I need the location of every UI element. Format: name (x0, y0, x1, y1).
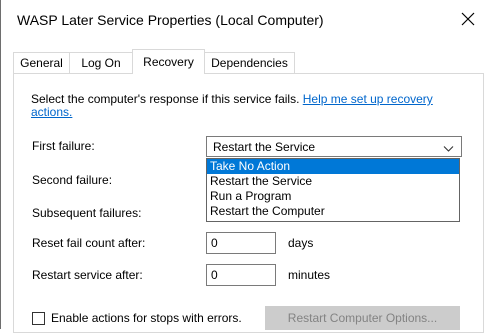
tab-recovery[interactable]: Recovery (132, 49, 205, 74)
restart-service-unit: minutes (288, 268, 331, 282)
first-failure-select[interactable]: Restart the Service (206, 136, 462, 157)
tab-dependencies[interactable]: Dependencies (204, 52, 295, 73)
reset-count-label: Reset fail count after: (32, 236, 146, 250)
reset-count-unit: days (288, 236, 314, 250)
close-icon (461, 12, 475, 26)
intro-sentence: Select the computer's response if this s… (31, 92, 303, 106)
option-restart-computer[interactable]: Restart the Computer (207, 204, 459, 219)
second-failure-label: Second failure: (32, 173, 113, 187)
option-restart-service[interactable]: Restart the Service (207, 174, 459, 189)
option-take-no-action[interactable]: Take No Action (207, 159, 459, 174)
dialog-title: WASP Later Service Properties (Local Com… (17, 12, 324, 28)
tab-strip: General Log On Recovery Dependencies (13, 49, 475, 74)
enable-actions-label: Enable actions for stops with errors. (51, 311, 242, 325)
first-failure-value: Restart the Service (213, 139, 316, 154)
chevron-down-icon (443, 142, 454, 156)
restart-service-label: Restart service after: (32, 268, 143, 282)
properties-dialog: WASP Later Service Properties (Local Com… (0, 0, 485, 333)
subsequent-failures-label: Subsequent failures: (32, 206, 142, 220)
reset-count-input[interactable]: 0 (206, 232, 276, 254)
option-run-program[interactable]: Run a Program (207, 189, 459, 204)
close-button[interactable] (455, 6, 481, 32)
tab-log-on[interactable]: Log On (69, 52, 133, 73)
restart-service-input[interactable]: 0 (206, 264, 276, 286)
restart-computer-options-button: Restart Computer Options... (265, 306, 460, 330)
first-failure-dropdown-list: Take No Action Restart the Service Run a… (206, 158, 460, 222)
enable-actions-checkbox[interactable] (32, 312, 45, 325)
intro-text: Select the computer's response if this s… (31, 93, 471, 119)
first-failure-label: First failure: (32, 139, 95, 153)
tab-general[interactable]: General (13, 52, 70, 73)
